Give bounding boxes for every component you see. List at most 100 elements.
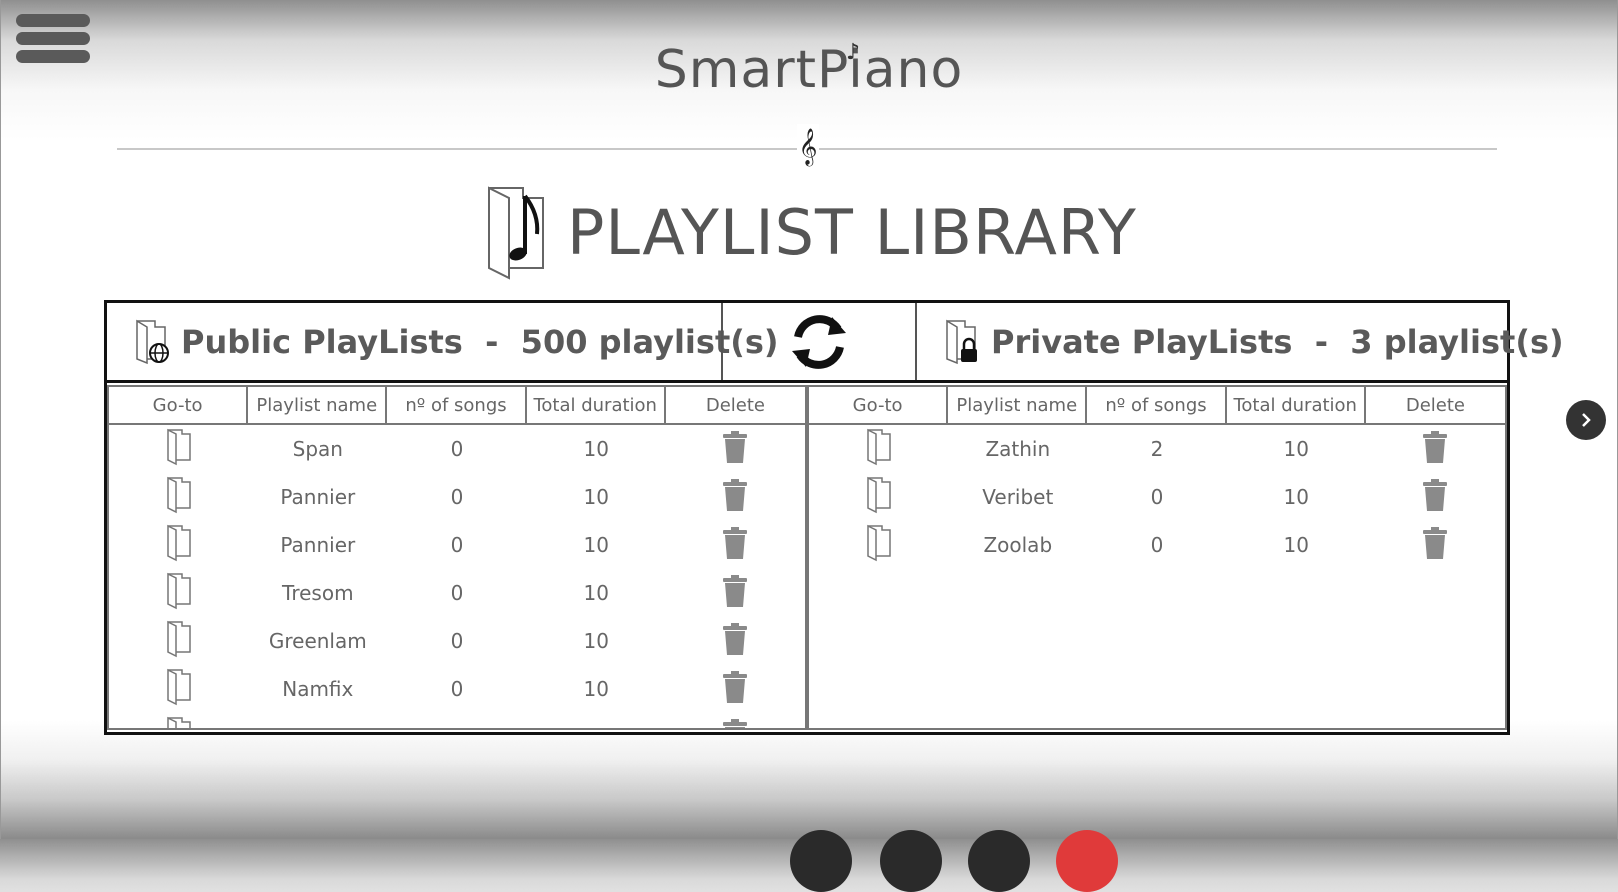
goto-button[interactable] [109,716,248,728]
column-header: nº of songs [1087,387,1227,423]
trash-icon [722,526,748,565]
goto-button[interactable] [109,668,248,711]
trash-icon [722,622,748,661]
table-row: Pannier 0 10 [109,473,805,521]
goto-button[interactable] [109,428,248,471]
folder-icon [166,620,192,663]
trash-icon [722,430,748,469]
column-header: Delete [705,394,765,416]
song-count: 0 [450,533,464,557]
goto-button[interactable] [109,620,248,663]
song-count: 0 [450,581,464,605]
table-row: Zoolab 0 10 [809,521,1505,569]
delete-button[interactable] [666,430,805,469]
goto-button[interactable] [809,524,948,567]
delete-button[interactable] [1366,478,1505,517]
private-playlists-title: Private PlayLists - 3 playlist(s) [991,322,1564,361]
folder-icon [166,572,192,615]
refresh-button[interactable] [721,303,917,380]
column-header: Go-to [109,387,249,423]
song-count: 0 [387,725,526,728]
delete-button[interactable] [1366,526,1505,565]
playlist-name: Zathin [985,437,1051,461]
folder-icon [866,476,892,519]
folder-icon [166,716,192,728]
trash-icon [1422,526,1448,565]
column-header: Total duration [1227,387,1366,423]
total-duration: 10 [527,725,666,728]
table-body: Span 0 10 Pannier 0 10 Pannier 0 10 Tresom 0 10 Gree… [109,425,805,728]
column-header: Total duration [527,387,666,423]
trash-icon [722,574,748,613]
playlist-name: Pannier [280,485,356,509]
app-title-text: SmartPiano [654,40,964,100]
playlist-name: Duobam [248,725,387,728]
music-note-icon: ♪ [846,40,862,65]
playlist-name: Span [292,437,343,461]
table-row: Greenlam 0 10 [109,617,805,665]
goto-button[interactable] [809,476,948,519]
table-row: Pannier 0 10 [109,521,805,569]
table-row: Veribet 0 10 [809,473,1505,521]
delete-button[interactable] [666,574,805,613]
private-playlists-table: Go-to Playlist name nº of songs Total du… [807,385,1507,730]
table-row: Zathin 2 10 [809,425,1505,473]
column-header: Go-to [809,387,949,423]
public-header: Public PlayLists - 500 playlist(s) [135,303,779,380]
playlist-name: Namfix [282,677,354,701]
total-duration: 10 [1283,485,1309,509]
playlist-name: Greenlam [268,629,367,653]
table-row: Duobam010 [109,713,805,728]
record-button[interactable] [1056,830,1118,892]
folder-icon [166,428,192,471]
playlist-panel: Public PlayLists - 500 playlist(s) Priva… [104,300,1564,735]
song-count: 0 [450,437,464,461]
trash-icon [1422,430,1448,469]
column-header: Delete [1405,394,1465,416]
trash-icon [1422,478,1448,517]
goto-button[interactable] [109,572,248,615]
song-count: 0 [1150,485,1164,509]
folder-icon [866,524,892,567]
total-duration: 10 [1283,437,1309,461]
playlist-name: Tresom [282,581,354,605]
total-duration: 10 [583,581,609,605]
table-body: Zathin 2 10 Veribet 0 10 Zoolab 0 10 [809,425,1505,569]
total-duration: 10 [583,437,609,461]
goto-button[interactable] [109,524,248,567]
playlist-name: Veribet [982,485,1054,509]
song-count: 2 [1150,437,1164,461]
app-title: SmartPiano ♪ [0,40,1618,100]
bottom-control-button[interactable] [790,830,852,892]
page-title-text: PLAYLIST LIBRARY [567,195,1137,269]
total-duration: 10 [583,677,609,701]
music-folder-icon [488,186,544,280]
chevron-right-icon [1582,413,1591,427]
folder-icon [166,524,192,567]
treble-clef-icon: 𝄞 [797,124,819,168]
bottom-control-button[interactable] [880,830,942,892]
total-duration: 10 [583,485,609,509]
column-header: Playlist name [948,387,1088,423]
delete-button[interactable] [666,478,805,517]
public-playlists-table: Go-to Playlist name nº of songs Total du… [107,385,807,730]
delete-button[interactable] [666,670,805,709]
column-header: nº of songs [387,387,527,423]
table-header: Go-to Playlist name nº of songs Total du… [809,387,1505,425]
delete-button[interactable] [666,622,805,661]
song-count: 0 [450,677,464,701]
playlist-name: Zoolab [983,533,1053,557]
delete-button[interactable] [666,526,805,565]
goto-button[interactable] [109,476,248,519]
table-header: Go-to Playlist name nº of songs Total du… [109,387,805,425]
folder-icon [166,476,192,519]
goto-button[interactable] [809,428,948,471]
public-playlists-title: Public PlayLists - 500 playlist(s) [181,322,779,361]
bottom-control-button[interactable] [968,830,1030,892]
next-button[interactable] [1566,400,1606,440]
delete-button[interactable] [1366,430,1505,469]
private-header: Private PlayLists - 3 playlist(s) [945,303,1564,380]
delete-button[interactable] [666,718,805,728]
public-folder-globe-icon [136,319,169,364]
column-header: Playlist name [248,387,388,423]
